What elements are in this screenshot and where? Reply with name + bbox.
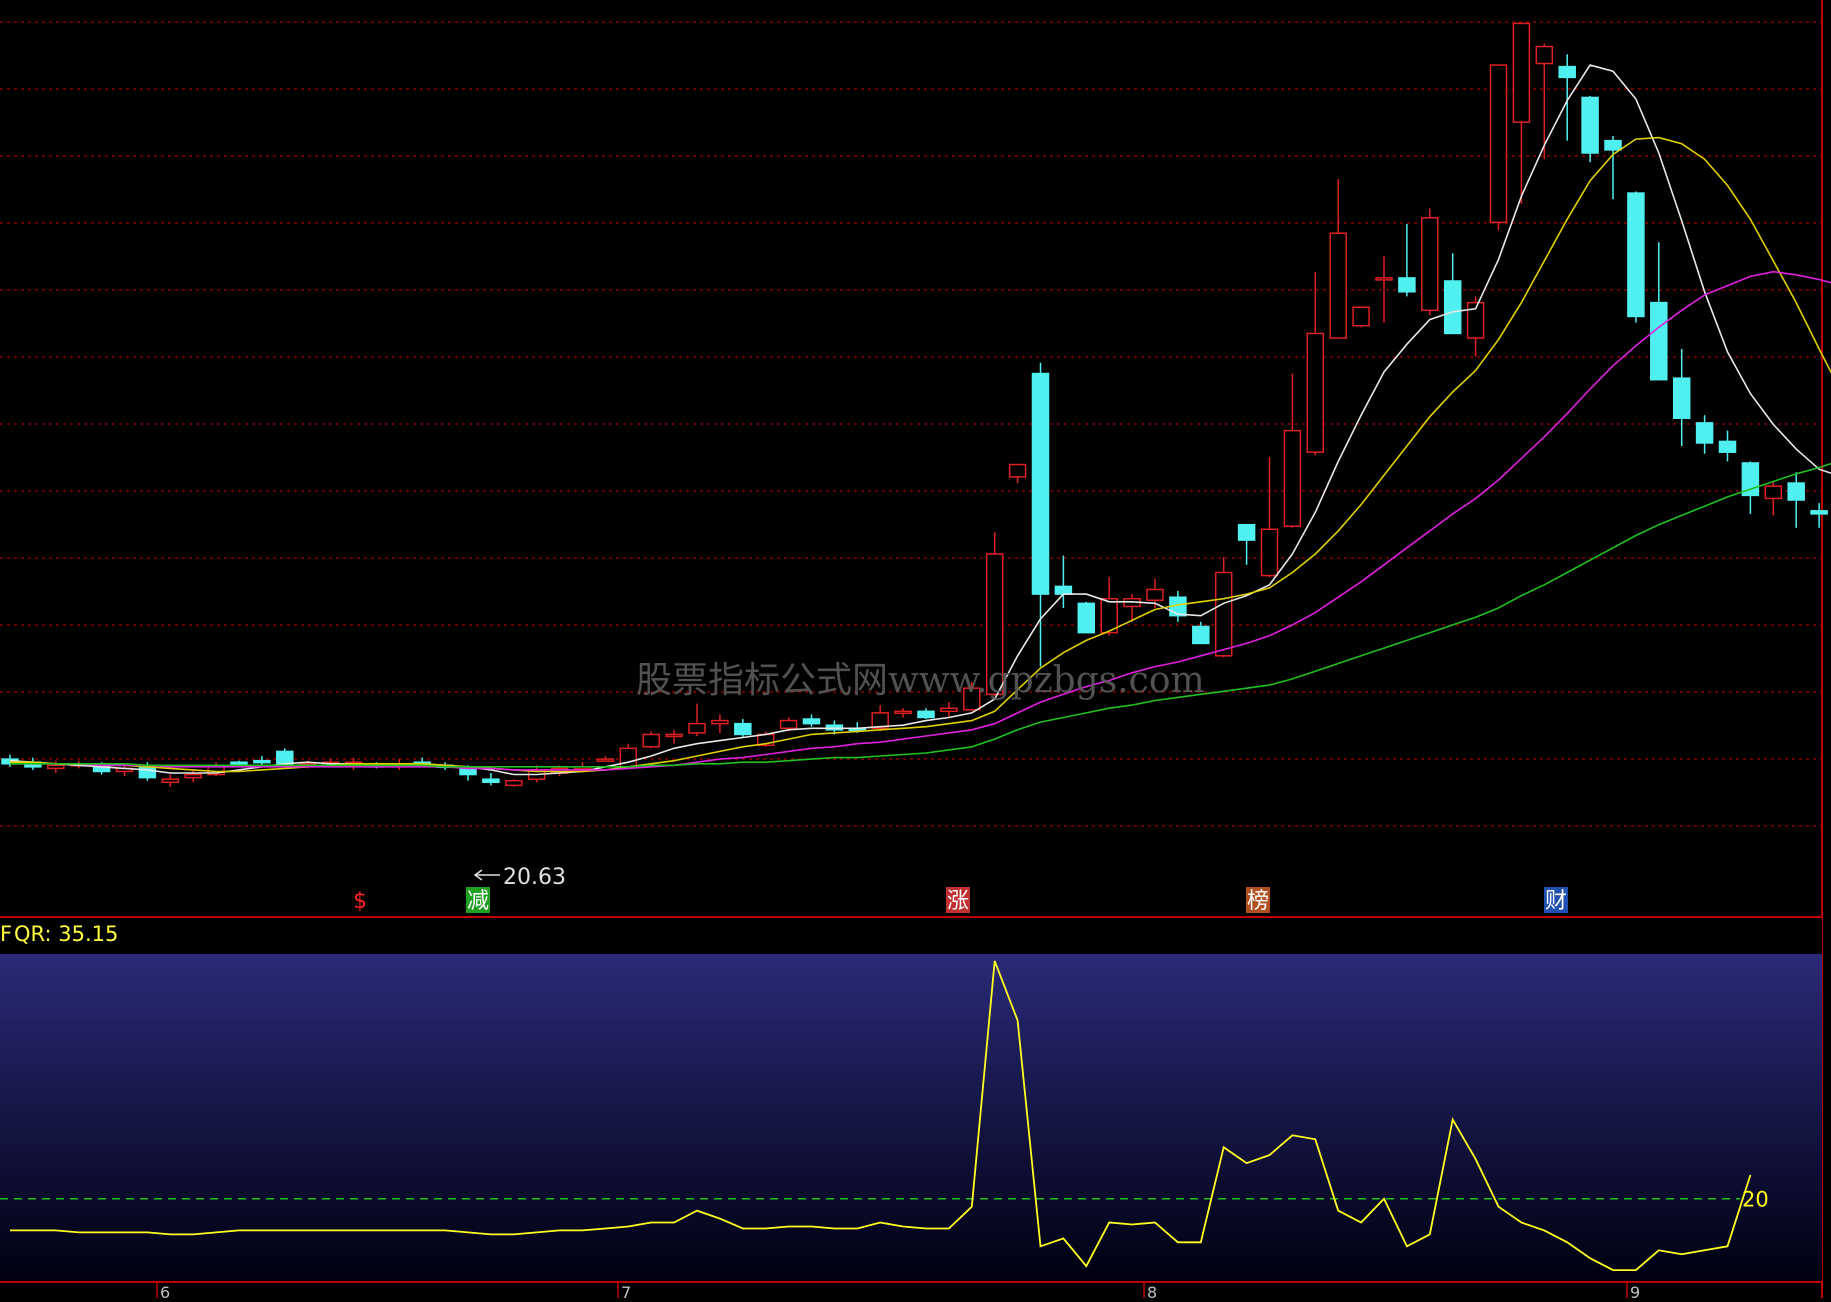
candle-body-down [1192, 625, 1210, 645]
candle-body-up [894, 710, 912, 715]
candle-body-down [1810, 510, 1828, 515]
candle [1489, 64, 1508, 231]
candle-body-up [1260, 528, 1279, 577]
x-axis-label: 7 [621, 1283, 631, 1298]
candle-body-down [802, 718, 821, 725]
stock-chart: 20.63 股票指标公式网www.gpzbgs.com $ 减 涨 榜 财 QR: 35… [0, 0, 1831, 1302]
candle-body-up [1214, 571, 1233, 657]
candle-body-up [1306, 332, 1325, 453]
candle-body-up [1535, 45, 1554, 65]
candle-body-down [1581, 96, 1599, 154]
candle-body-down [1718, 440, 1737, 453]
candle-body-up [505, 779, 523, 787]
candle-body-down [1650, 301, 1668, 381]
event-label: 减 [466, 887, 490, 914]
candle [1581, 95, 1599, 163]
candle-body-down [734, 722, 752, 736]
candle-body-down [1558, 65, 1576, 79]
qr-label: QR: 35.15 [14, 922, 118, 946]
candle-body-down [482, 778, 500, 784]
candle-body-up [1764, 485, 1783, 500]
candle [505, 779, 523, 787]
candle [1352, 306, 1370, 328]
candle [1077, 601, 1096, 634]
x-axis-label: 6 [160, 1283, 170, 1298]
candle-body-up [1329, 232, 1347, 339]
candle-body-down [1787, 482, 1805, 501]
candle-body-up [1283, 429, 1302, 527]
event-label-text: 涨 [947, 889, 969, 914]
candle-body-up [184, 773, 202, 779]
candle-body-up [1100, 597, 1118, 634]
candle-body-up [1352, 306, 1370, 327]
candle-body-down [1398, 277, 1416, 293]
candle-body-up [1008, 463, 1027, 478]
candle-body-down [1627, 192, 1645, 318]
event-label-text: 榜 [1247, 889, 1269, 914]
event-label-text: 财 [1545, 889, 1567, 914]
candle-body-up [711, 719, 729, 725]
candle [1421, 208, 1439, 315]
candle-body-down [276, 750, 294, 765]
candle-body-down [230, 761, 248, 765]
candle-body-up [688, 722, 706, 734]
event-label-text: $ [353, 889, 367, 914]
candle-body-down [1672, 377, 1691, 420]
chart-svg: 20.63 股票指标公式网www.gpzbgs.com $ 减 涨 榜 财 QR: 35… [0, 0, 1831, 1302]
candle-body-up [1512, 22, 1531, 123]
candle-body-down [1237, 523, 1256, 541]
candle-body-up [779, 719, 798, 730]
x-axis-label: 8 [1147, 1283, 1157, 1298]
x-axis: 6 7 8 9 [156, 1282, 1640, 1302]
candle-body-down [1031, 372, 1050, 595]
price-panel-background [0, 0, 1831, 917]
low-marker-label: 20.63 [503, 865, 566, 890]
candle [642, 731, 660, 749]
candle-body-up [47, 764, 65, 770]
candle-body-up [1375, 277, 1393, 281]
indicator-panel-header [0, 918, 1822, 954]
event-label: 涨 [946, 887, 970, 914]
candle-body-down [1604, 139, 1622, 151]
candle-body-down [1443, 280, 1462, 335]
candle-body-up [940, 707, 958, 713]
candle-body-down [459, 767, 477, 776]
qr-label-prefix: F [0, 922, 12, 946]
candle-body-up [1489, 64, 1508, 224]
candle-body-up [665, 733, 683, 738]
candle-body-down [917, 710, 935, 719]
event-label: 财 [1544, 887, 1568, 914]
candle [1627, 191, 1645, 323]
candle-body-up [1146, 588, 1164, 602]
candle-body-down [1054, 585, 1073, 595]
candle-body-down [253, 759, 271, 764]
x-axis-label: 9 [1630, 1283, 1640, 1298]
candle-body-up [161, 778, 180, 784]
candle-body-up [1421, 217, 1439, 312]
watermark: 股票指标公式网www.gpzbgs.com [636, 660, 1205, 701]
event-label: $ [348, 887, 372, 914]
candle-body-up [642, 733, 660, 748]
event-label-text: 减 [467, 889, 489, 914]
candle-body-down [1695, 422, 1714, 444]
candle-body-up [596, 758, 615, 762]
candle-body-down [1077, 602, 1096, 634]
event-label: 榜 [1246, 887, 1270, 914]
